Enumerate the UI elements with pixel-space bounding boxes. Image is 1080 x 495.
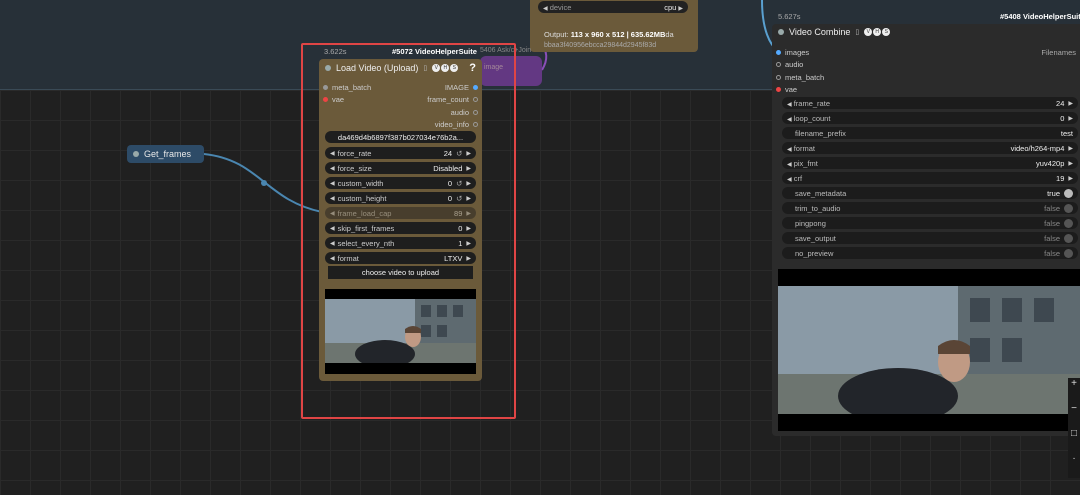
fit-view-icon[interactable]: □: [1068, 428, 1080, 453]
frame-rate-widget[interactable]: ◀ frame_rate 24 ▶: [782, 97, 1078, 109]
trim-to-audio-toggle[interactable]: trim_to_audio false: [782, 202, 1078, 214]
node-title: Video Combine: [789, 27, 851, 37]
node-id: #5408 VideoHelperSuit: [1000, 12, 1080, 21]
lock-icon[interactable]: ·: [1068, 453, 1080, 478]
pingpong-toggle[interactable]: pingpong false: [782, 217, 1078, 229]
zoom-in-icon[interactable]: +: [1068, 378, 1080, 403]
zoom-out-icon[interactable]: −: [1068, 403, 1080, 428]
filename-prefix-widget[interactable]: filename_prefix test: [782, 127, 1078, 139]
save-metadata-toggle[interactable]: save_metadata true: [782, 187, 1078, 199]
video-frame-image: [778, 286, 1080, 414]
format-widget[interactable]: ◀ format video/h264-mp4 ▶: [782, 142, 1078, 154]
filenames-output[interactable]: Filenames: [1041, 48, 1076, 57]
toggle-off-icon: [1064, 233, 1073, 243]
toggle-on-icon: [1064, 188, 1073, 198]
toggle-off-icon: [1064, 203, 1073, 213]
edit-icon[interactable]: ▯: [855, 28, 859, 36]
collapse-dot-icon[interactable]: [133, 151, 139, 157]
selection-highlight: [301, 43, 516, 419]
device-widget[interactable]: ◀ device cpu ▶: [538, 1, 688, 13]
output-info: Output: 113 x 960 x 512 | 635.62MBda: [544, 30, 674, 39]
crf-widget[interactable]: ◀ crf 19 ▶: [782, 172, 1078, 184]
input-images[interactable]: images: [776, 48, 809, 57]
save-output-toggle[interactable]: save_output false: [782, 232, 1078, 244]
output-hash: bbaa3f40956ebcca29844d2945f83d: [544, 42, 657, 49]
video-preview[interactable]: [778, 269, 1080, 431]
left-arrow-icon[interactable]: ◀: [543, 6, 548, 12]
toggle-off-icon: [1064, 248, 1073, 258]
right-arrow-icon[interactable]: ▶: [678, 6, 683, 12]
get-frames-node[interactable]: Get_frames: [127, 145, 204, 163]
canvas-toolbar[interactable]: + − □ ·: [1068, 378, 1080, 478]
input-vae[interactable]: vae: [776, 85, 797, 94]
no-preview-toggle[interactable]: no_preview false: [782, 247, 1078, 259]
vhs-badge-icon: VHS: [864, 28, 891, 36]
video-combine-node[interactable]: Video Combine ▯ VHS Filenames images aud…: [772, 24, 1080, 436]
input-meta-batch[interactable]: meta_batch: [776, 73, 824, 82]
exec-time: 5.627s: [778, 12, 801, 21]
device-node[interactable]: ◀ device cpu ▶ Output: 113 x 960 x 512 |…: [530, 0, 698, 52]
pix-fmt-widget[interactable]: ◀ pix_fmt yuv420p ▶: [782, 157, 1078, 169]
input-audio[interactable]: audio: [776, 60, 803, 69]
toggle-off-icon: [1064, 218, 1073, 228]
loop-count-widget[interactable]: ◀ loop_count 0 ▶: [782, 112, 1078, 124]
collapse-dot-icon[interactable]: [778, 29, 784, 35]
node-title-bar[interactable]: Video Combine ▯ VHS: [778, 27, 891, 37]
